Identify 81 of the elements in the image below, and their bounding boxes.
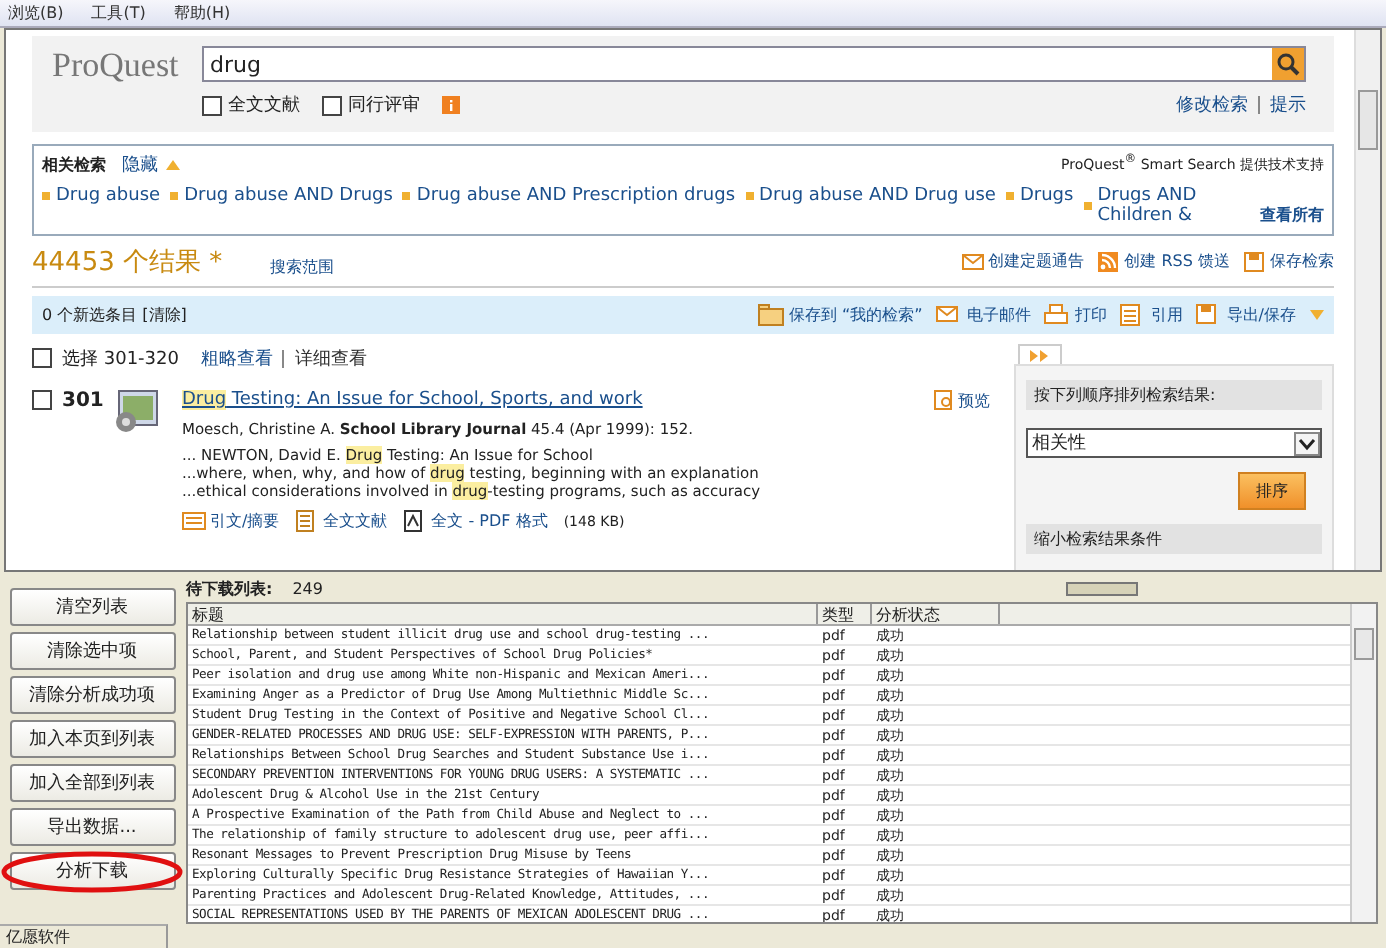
- result-link[interactable]: 引文/摘要: [210, 510, 280, 532]
- column-header[interactable]: 分析状态: [872, 604, 1000, 624]
- action-link[interactable]: 创建定题通告: [988, 250, 1085, 272]
- selected-count: 0 个新选条目 [清除]: [42, 304, 187, 326]
- column-header[interactable]: 类型: [818, 604, 872, 624]
- folder-icon: [758, 304, 785, 326]
- related-link[interactable]: Drug abuse AND Drug use: [759, 186, 996, 206]
- caret-down-icon: [1310, 310, 1324, 320]
- rss-icon: [1098, 251, 1121, 271]
- menu-item[interactable]: 工具(T): [91, 2, 146, 24]
- column-header[interactable]: 标题: [188, 604, 818, 624]
- hide-link[interactable]: 隐藏: [122, 152, 158, 178]
- bullet-icon: [170, 192, 179, 200]
- scrollbar[interactable]: [1350, 604, 1376, 922]
- search-scope-link[interactable]: 搜索范围: [270, 255, 335, 277]
- filter-label: 同行评审: [348, 93, 420, 118]
- related-link[interactable]: Drug abuse: [56, 186, 161, 206]
- preview-link[interactable]: 预览: [958, 390, 990, 412]
- envelope-icon: [936, 304, 963, 326]
- document-gear-icon: [113, 390, 158, 434]
- panel-button[interactable]: 导出数据...: [9, 808, 175, 846]
- status-bar-text: 亿愿软件: [0, 924, 168, 948]
- panel-button[interactable]: 清除分析成功项: [9, 676, 175, 714]
- link[interactable]: 修改检索: [1176, 92, 1248, 118]
- view-link[interactable]: 粗略查看: [200, 345, 273, 371]
- checkbox[interactable]: [32, 390, 52, 410]
- result-link[interactable]: 全文 - PDF 格式: [431, 510, 548, 532]
- sort-heading: 按下列顺序排列检索结果:: [1026, 380, 1322, 410]
- bullet-icon: [745, 192, 754, 200]
- related-link[interactable]: Drug abuse AND Drugs: [184, 186, 393, 206]
- preview-icon: [934, 390, 954, 410]
- pending-count: 249: [292, 580, 323, 598]
- printer-icon: [1044, 304, 1071, 326]
- action-link[interactable]: 创建 RSS 馈送: [1124, 250, 1230, 272]
- menu-item[interactable]: 浏览(B): [8, 2, 64, 24]
- bullet-icon: [42, 192, 50, 200]
- related-link[interactable]: Drug abuse AND Prescription drugs: [416, 186, 736, 206]
- scrollbar[interactable]: [1354, 30, 1380, 570]
- search-field[interactable]: drug: [202, 46, 1306, 82]
- search-icon: [1272, 48, 1304, 80]
- link[interactable]: 提示: [1270, 92, 1306, 118]
- view-link[interactable]: 详细查看: [294, 345, 367, 371]
- text-run: Testing: An Issue for School, Sports, and work: [229, 390, 643, 410]
- logo: ProQuest: [52, 46, 181, 88]
- action-link[interactable]: 保存检索: [1270, 250, 1334, 272]
- related-link[interactable]: Drugs: [1019, 186, 1074, 206]
- sort-button[interactable]: 排序: [1238, 472, 1306, 510]
- result-number: 301: [62, 390, 104, 412]
- bullet-icon: [1005, 192, 1014, 200]
- checkbox[interactable]: [322, 95, 342, 115]
- toolbar-link[interactable]: 导出/保存: [1226, 304, 1296, 326]
- menu-item[interactable]: 帮助(H): [173, 2, 231, 24]
- related-link[interactable]: Drugs AND Children &: [1097, 186, 1202, 226]
- text-run: Drug: [182, 390, 227, 410]
- panel-button[interactable]: 加入本页到列表: [9, 720, 175, 758]
- checkbox[interactable]: [32, 348, 52, 368]
- envelope-icon: [962, 251, 985, 271]
- panel-button[interactable]: 清空列表: [9, 588, 175, 626]
- sort-dropdown[interactable]: 相关性: [1026, 428, 1322, 458]
- panel-button[interactable]: 清除选中项: [9, 632, 175, 670]
- result-count: 44453 个结果 *: [32, 245, 223, 279]
- panel-button[interactable]: 加入全部到列表: [9, 764, 175, 802]
- toolbar-link[interactable]: 打印: [1074, 304, 1107, 326]
- select-range-label: 选择 301-320: [62, 347, 179, 371]
- bullet-icon: [402, 192, 411, 200]
- caret-up-icon: [166, 160, 180, 170]
- related-title: 相关检索: [42, 154, 106, 176]
- checkbox[interactable]: [202, 95, 222, 115]
- result-link[interactable]: 全文文献: [323, 510, 388, 532]
- double-arrow-icon: [1030, 349, 1050, 361]
- bullet-icon: [1083, 202, 1092, 210]
- splitter-handle[interactable]: [1066, 582, 1138, 596]
- toolbar-link[interactable]: 引用: [1150, 304, 1183, 326]
- toolbar-link[interactable]: 电子邮件: [966, 304, 1031, 326]
- pending-list-label: 待下载列表:: [186, 578, 273, 600]
- document-icon: [295, 510, 320, 532]
- toolbar-link[interactable]: 保存到 “我的检索”: [788, 304, 923, 326]
- view-all-link[interactable]: 查看所有: [1260, 204, 1324, 226]
- filter-label: 全文文献: [228, 93, 300, 118]
- narrow-results-heading: 缩小检索结果条件: [1026, 524, 1322, 554]
- info-icon: [442, 96, 460, 114]
